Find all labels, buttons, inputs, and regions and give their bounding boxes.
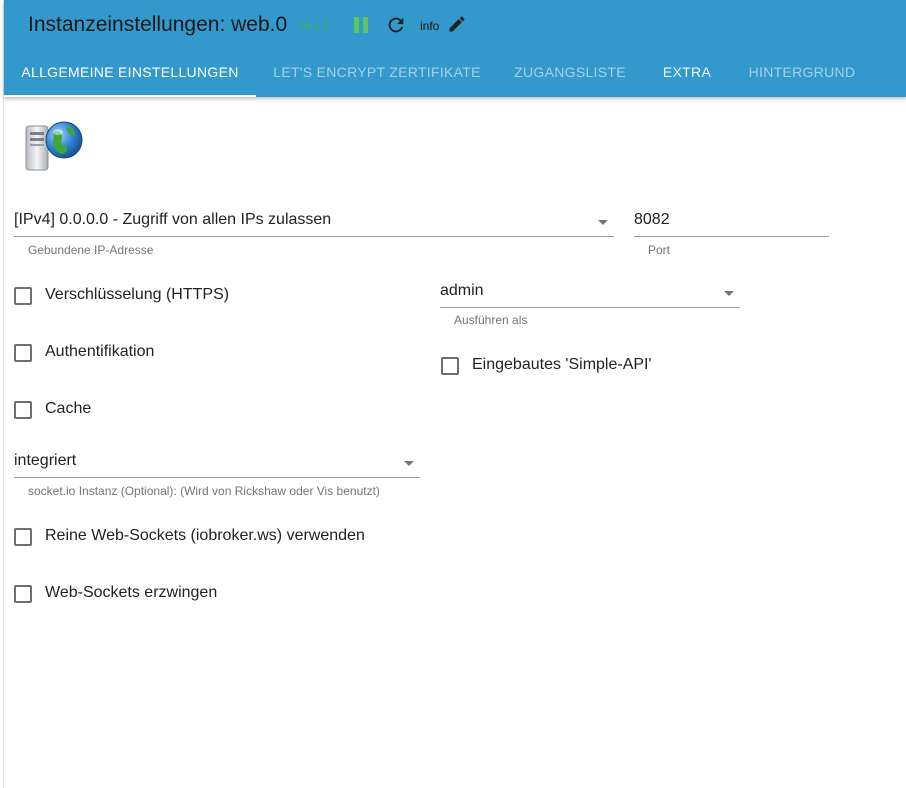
pure-ws-checkbox[interactable]: [14, 528, 32, 546]
run-as-select[interactable]: admin: [440, 278, 740, 308]
bind-ip-select[interactable]: [IPv4] 0.0.0.0 - Zugriff von allen IPs z…: [14, 207, 614, 237]
tab-general[interactable]: ALLGEMEINE EINSTELLUNGEN: [4, 48, 256, 97]
port-value: 8082: [634, 211, 670, 228]
tab-bar: ALLGEMEINE EINSTELLUNGEN LET'S ENCRYPT Z…: [4, 48, 906, 97]
version-label: v6.1.1: [299, 20, 329, 32]
pure-ws-checkbox-row[interactable]: Reine Web-Sockets (iobroker.ws) verwende…: [14, 525, 514, 549]
socketio-helper: socket.io Instanz (Optional): (Wird von …: [28, 484, 380, 498]
auth-checkbox[interactable]: [14, 344, 32, 362]
https-checkbox[interactable]: [14, 287, 32, 305]
chevron-down-icon: [724, 291, 734, 296]
bind-ip-helper: Gebundene IP-Adresse: [28, 243, 154, 257]
info-label: info: [420, 19, 440, 33]
force-ws-checkbox-row[interactable]: Web-Sockets erzwingen: [14, 582, 414, 606]
tab-extra[interactable]: EXTRA: [650, 48, 724, 97]
dialog-header: Instanzeinstellungen: web.0 v6.1.1 info …: [4, 0, 906, 97]
reload-icon[interactable]: [385, 14, 407, 36]
tab-whitelist[interactable]: ZUGANGSLISTE: [504, 48, 636, 97]
web-server-logo-icon: [25, 121, 83, 171]
cache-checkbox[interactable]: [14, 401, 32, 419]
bind-ip-value: [IPv4] 0.0.0.0 - Zugriff von allen IPs z…: [14, 211, 332, 228]
tab-letsencrypt[interactable]: LET'S ENCRYPT ZERTIFIKATE: [264, 48, 490, 97]
page-title: Instanzeinstellungen: web.0: [28, 13, 288, 36]
edit-icon[interactable]: [447, 14, 467, 34]
cache-label: Cache: [45, 400, 92, 417]
port-helper: Port: [648, 243, 671, 257]
chevron-down-icon: [598, 220, 608, 225]
instance-settings-dialog: Instanzeinstellungen: web.0 v6.1.1 info …: [3, 0, 906, 788]
force-ws-checkbox[interactable]: [14, 585, 32, 603]
force-ws-label: Web-Sockets erzwingen: [45, 584, 218, 601]
simple-api-checkbox-row[interactable]: Eingebautes 'Simple-API': [441, 354, 801, 378]
tab-background[interactable]: HINTERGRUND: [740, 48, 864, 97]
pure-ws-label: Reine Web-Sockets (iobroker.ws) verwende…: [45, 527, 365, 544]
simple-api-checkbox[interactable]: [441, 357, 459, 375]
socketio-value: integriert: [14, 452, 77, 469]
pause-icon[interactable]: [354, 17, 368, 33]
https-label: Verschlüsselung (HTTPS): [45, 286, 230, 303]
socketio-select[interactable]: integriert: [14, 448, 420, 478]
cache-checkbox-row[interactable]: Cache: [14, 398, 374, 422]
chevron-down-icon: [404, 461, 414, 466]
simple-api-label: Eingebautes 'Simple-API': [472, 356, 652, 373]
https-checkbox-row[interactable]: Verschlüsselung (HTTPS): [14, 284, 374, 308]
auth-label: Authentifikation: [45, 343, 155, 360]
run-as-helper: Ausführen als: [454, 313, 528, 327]
run-as-value: admin: [440, 282, 484, 299]
auth-checkbox-row[interactable]: Authentifikation: [14, 341, 374, 365]
port-input[interactable]: 8082: [634, 207, 829, 237]
